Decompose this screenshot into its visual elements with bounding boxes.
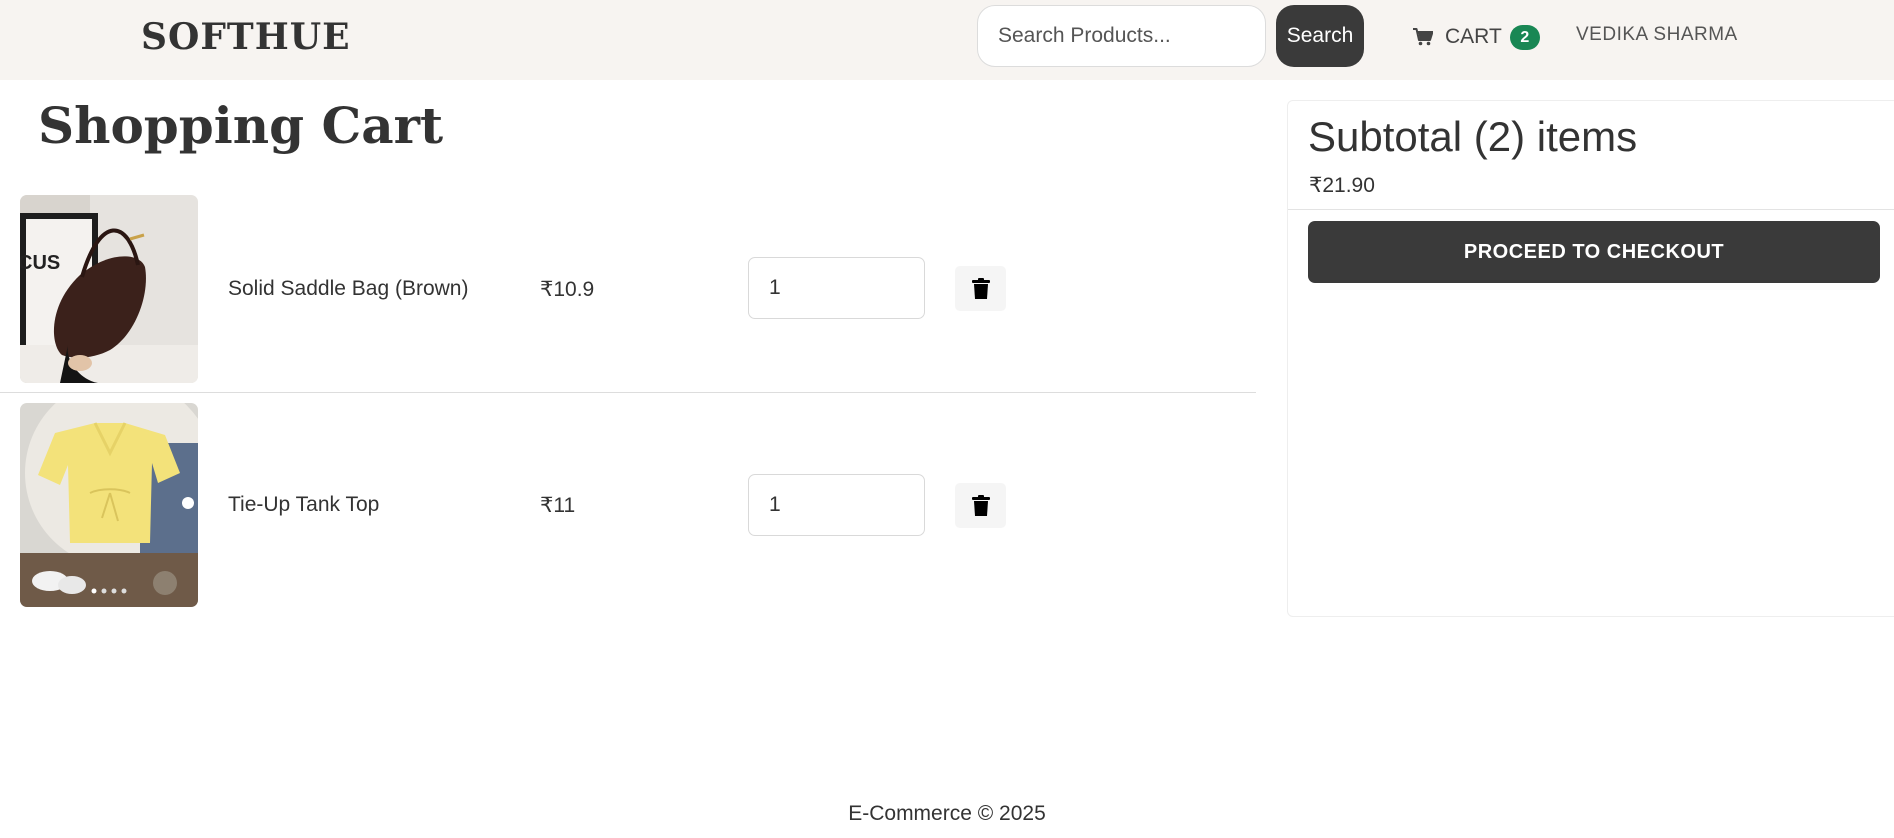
- cart-link[interactable]: CART 2: [1413, 20, 1540, 54]
- delete-item-button[interactable]: [955, 266, 1006, 311]
- subtotal-amount: ₹21.90: [1309, 174, 1375, 197]
- quantity-input[interactable]: [748, 474, 925, 536]
- trash-icon: [971, 494, 990, 516]
- cart-icon: [1413, 28, 1433, 46]
- brand-logo[interactable]: SOFTHUE: [141, 16, 351, 58]
- quantity-input[interactable]: [748, 257, 925, 319]
- item-price: ₹10.9: [540, 278, 595, 301]
- product-image[interactable]: [20, 403, 198, 607]
- subtotal-title: Subtotal (2) items: [1308, 113, 1638, 160]
- order-summary: Subtotal (2) items ₹21.90 PROCEED TO CHE…: [1287, 100, 1894, 617]
- item-name[interactable]: Tie-Up Tank Top: [228, 493, 379, 517]
- svg-text:CUS: CUS: [20, 252, 60, 274]
- item-name[interactable]: Solid Saddle Bag (Brown): [228, 277, 468, 301]
- delete-item-button[interactable]: [955, 483, 1006, 528]
- user-menu[interactable]: VEDIKA SHARMA: [1576, 24, 1738, 46]
- search-input[interactable]: [977, 5, 1266, 67]
- cart-count-badge: 2: [1509, 24, 1540, 50]
- trash-icon: [971, 277, 990, 299]
- search-button[interactable]: Search: [1276, 5, 1364, 67]
- summary-divider: [1288, 209, 1894, 210]
- checkout-button[interactable]: PROCEED TO CHECKOUT: [1308, 221, 1880, 283]
- row-divider: [0, 392, 1256, 393]
- cart-item: CUS Solid Saddle Bag (Brown) ₹10.9: [0, 195, 1256, 383]
- cart-label: CART: [1445, 25, 1502, 48]
- cart-item: Tie-Up Tank Top ₹11: [0, 403, 1256, 607]
- footer-copyright: E-Commerce © 2025: [848, 802, 1046, 825]
- navbar: SOFTHUE Search CART 2 VEDIKA SHARMA: [0, 0, 1894, 80]
- page-title: Shopping Cart: [38, 96, 444, 155]
- product-image[interactable]: CUS: [20, 195, 198, 383]
- item-price: ₹11: [540, 494, 576, 517]
